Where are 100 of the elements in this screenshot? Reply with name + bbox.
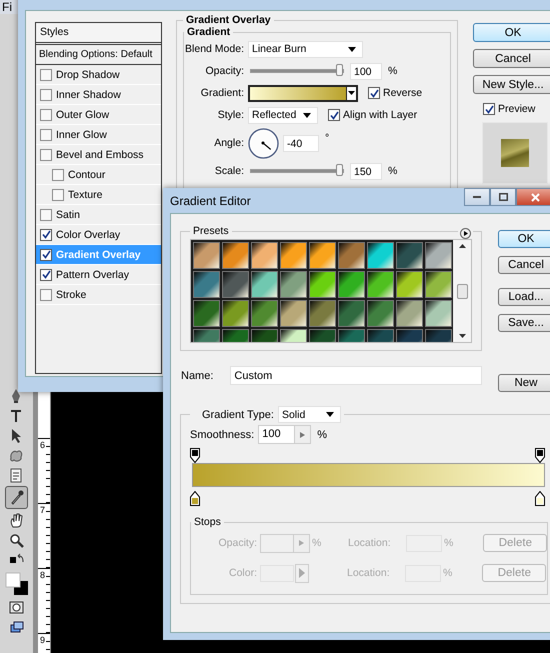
checkbox[interactable] bbox=[40, 108, 52, 120]
gradient-preset[interactable] bbox=[396, 242, 423, 269]
maximize-icon bbox=[498, 193, 508, 201]
style-item[interactable]: Satin bbox=[36, 205, 161, 225]
gradient-preset[interactable] bbox=[367, 300, 394, 327]
style-select[interactable]: Reflected bbox=[248, 106, 318, 124]
ruler-number: 7 bbox=[39, 505, 46, 515]
checkbox[interactable] bbox=[40, 88, 52, 100]
gradient-preset[interactable] bbox=[309, 300, 336, 327]
list-item[interactable]: Blending Options: Default bbox=[36, 45, 161, 65]
checkbox-label: Preview bbox=[498, 103, 536, 115]
blend-mode-select[interactable]: Linear Burn bbox=[248, 40, 363, 58]
opacity-field[interactable]: 100 bbox=[350, 62, 382, 80]
scrollbar-thumb[interactable] bbox=[456, 284, 468, 298]
dialog-button[interactable]: OK bbox=[473, 23, 550, 42]
slider-thumb[interactable] bbox=[336, 64, 344, 76]
select-value: Linear Burn bbox=[252, 43, 306, 55]
dialog-button[interactable]: New Style... bbox=[473, 75, 550, 94]
field-label: Name: bbox=[180, 370, 214, 382]
gradient-preset[interactable] bbox=[309, 242, 336, 269]
checkbox[interactable] bbox=[52, 168, 64, 180]
gradient-preset[interactable] bbox=[367, 271, 394, 298]
gradient-preset[interactable] bbox=[222, 242, 249, 269]
ruler-number: 9 bbox=[39, 635, 46, 645]
gradient-preset[interactable] bbox=[309, 271, 336, 298]
style-item[interactable]: Bevel and Emboss bbox=[36, 145, 161, 165]
menu-item[interactable]: Fi bbox=[2, 0, 12, 14]
style-item[interactable]: Inner Shadow bbox=[36, 85, 161, 105]
color-stop-icon[interactable] bbox=[535, 491, 545, 506]
gradient-preset[interactable] bbox=[338, 300, 365, 327]
field-label: Color: bbox=[228, 567, 257, 579]
style-item[interactable]: Outer Glow bbox=[36, 105, 161, 125]
gradient-preset[interactable] bbox=[222, 271, 249, 298]
checkbox[interactable] bbox=[40, 208, 52, 220]
close-button[interactable] bbox=[516, 188, 550, 206]
checkbox[interactable] bbox=[40, 248, 52, 260]
style-item[interactable]: Drop Shadow bbox=[36, 65, 161, 85]
group-title: Presets bbox=[192, 225, 230, 237]
dialog-button[interactable]: Cancel bbox=[473, 49, 550, 68]
checkbox[interactable] bbox=[328, 109, 340, 121]
gradient-preset[interactable] bbox=[222, 300, 249, 327]
style-label: Pattern Overlay bbox=[56, 268, 129, 280]
gradient-preset[interactable] bbox=[193, 300, 220, 327]
unit-label: % bbox=[443, 567, 452, 579]
style-item[interactable]: Pattern Overlay bbox=[36, 265, 161, 285]
tool-button[interactable] bbox=[4, 571, 29, 596]
scale-field[interactable]: 150 bbox=[350, 162, 382, 180]
dialog-button[interactable]: Cancel bbox=[498, 256, 550, 274]
gradient-preset[interactable] bbox=[338, 242, 365, 269]
dialog-button[interactable]: Load... bbox=[498, 288, 550, 306]
angle-dial[interactable] bbox=[248, 128, 279, 158]
field-label: Blend Mode: bbox=[184, 43, 244, 55]
style-item[interactable]: Contour bbox=[36, 165, 161, 185]
gradient-preset[interactable] bbox=[193, 271, 220, 298]
checkbox[interactable] bbox=[368, 87, 380, 99]
dialog-button[interactable]: OK bbox=[498, 230, 550, 248]
select-value: Reflected bbox=[252, 109, 296, 121]
style-item[interactable]: Inner Glow bbox=[36, 125, 161, 145]
color-stop-icon[interactable] bbox=[190, 491, 200, 506]
checkbox[interactable] bbox=[40, 128, 52, 140]
gradient-preset[interactable] bbox=[280, 300, 307, 327]
checkbox[interactable] bbox=[483, 103, 495, 115]
style-item[interactable]: Texture bbox=[36, 185, 161, 205]
minimize-button[interactable] bbox=[464, 188, 490, 206]
checkbox[interactable] bbox=[52, 188, 64, 200]
slider-thumb[interactable] bbox=[336, 164, 344, 176]
checkbox[interactable] bbox=[40, 148, 52, 160]
gradient-preset[interactable] bbox=[251, 300, 278, 327]
checkbox[interactable] bbox=[40, 288, 52, 300]
field-label: Style: bbox=[216, 109, 244, 121]
gradient-preset[interactable] bbox=[338, 271, 365, 298]
style-label: Inner Shadow bbox=[56, 88, 121, 100]
name-field[interactable]: Custom bbox=[230, 366, 482, 385]
style-item[interactable]: Stroke bbox=[36, 285, 161, 305]
gradient-preset[interactable] bbox=[280, 271, 307, 298]
angle-field[interactable]: -40 bbox=[283, 134, 319, 152]
gradient-preset[interactable] bbox=[251, 242, 278, 269]
smoothness-field[interactable]: 100 bbox=[258, 425, 312, 444]
new-button[interactable]: New bbox=[498, 374, 550, 392]
gradient-picker[interactable] bbox=[248, 84, 358, 102]
window-title: Gradient Editor bbox=[170, 194, 251, 208]
gradient-preset[interactable] bbox=[425, 300, 452, 327]
gradient-preset[interactable] bbox=[367, 242, 394, 269]
gradient-preset[interactable] bbox=[396, 271, 423, 298]
gradient-preset[interactable] bbox=[425, 271, 452, 298]
maximize-button[interactable] bbox=[490, 188, 516, 206]
checkbox[interactable] bbox=[40, 68, 52, 80]
gradient-preset[interactable] bbox=[193, 242, 220, 269]
tool-button[interactable] bbox=[5, 486, 28, 509]
gradient-preset[interactable] bbox=[280, 242, 307, 269]
checkbox[interactable] bbox=[40, 228, 52, 240]
gradient-type-select[interactable]: Solid bbox=[278, 406, 341, 423]
list-header: Styles bbox=[36, 23, 161, 45]
checkmark-icon bbox=[484, 104, 494, 114]
checkbox[interactable] bbox=[40, 268, 52, 280]
dialog-button[interactable]: Save... bbox=[498, 314, 550, 332]
gradient-preset[interactable] bbox=[396, 300, 423, 327]
presets-menu-button[interactable] bbox=[458, 228, 473, 239]
gradient-preset[interactable] bbox=[425, 242, 452, 269]
gradient-preset[interactable] bbox=[251, 271, 278, 298]
